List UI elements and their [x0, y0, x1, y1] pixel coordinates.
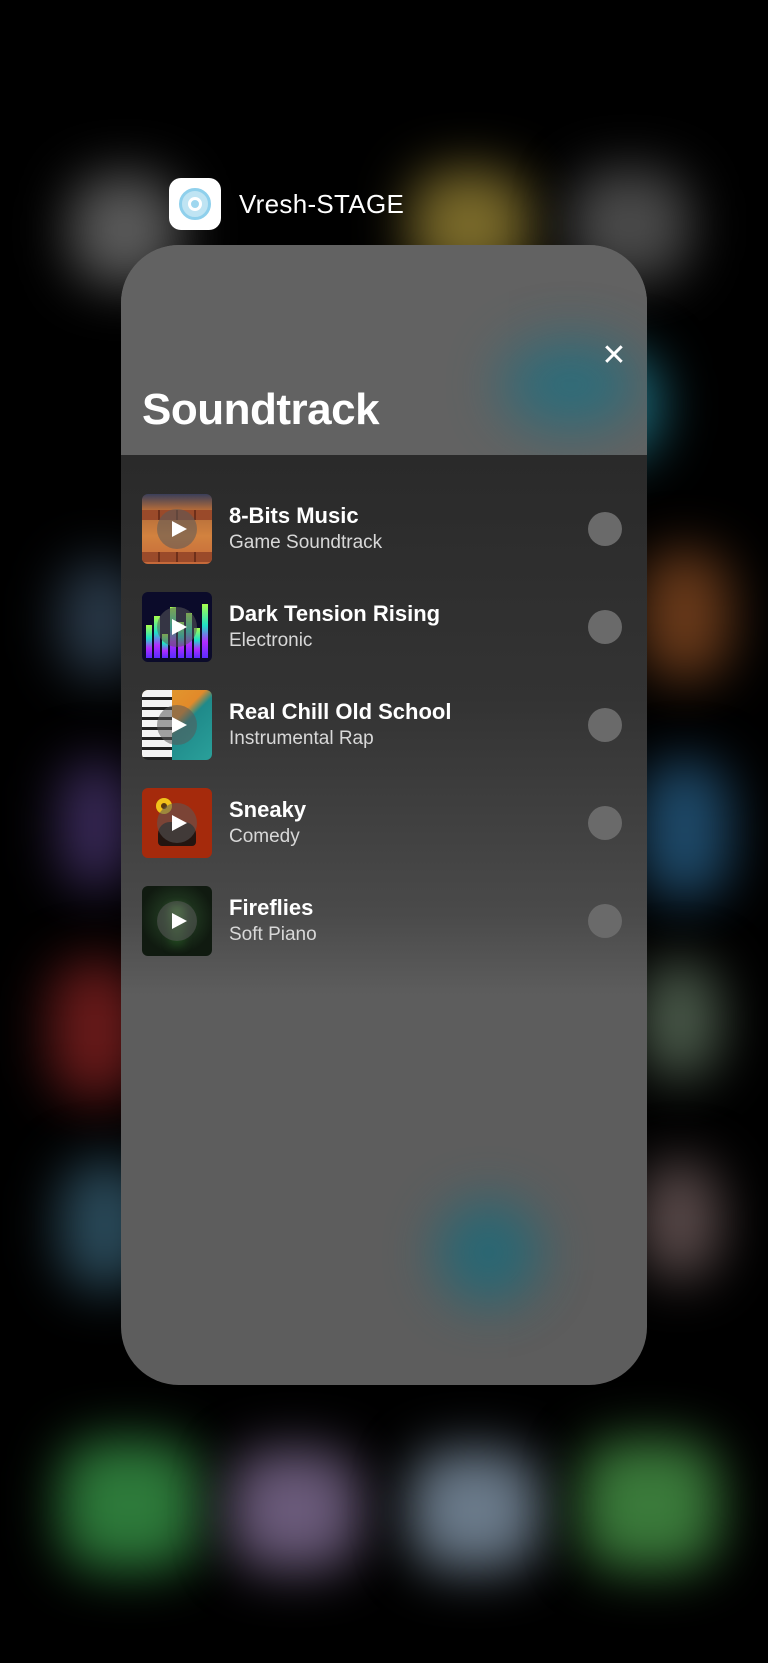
background-blur	[640, 960, 720, 1080]
select-radio[interactable]	[588, 610, 622, 644]
track-genre: Comedy	[229, 826, 300, 847]
select-radio[interactable]	[588, 708, 622, 742]
track-row-dark-tension-rising[interactable]: Dark Tension Rising Electronic	[142, 592, 622, 662]
track-title: Fireflies	[229, 895, 314, 920]
select-radio[interactable]	[588, 512, 622, 546]
select-radio[interactable]	[588, 904, 622, 938]
play-icon[interactable]	[157, 509, 197, 549]
close-icon[interactable]: ✕	[599, 341, 629, 371]
play-icon[interactable]	[157, 803, 197, 843]
pixel-game-scene-thumbnail	[142, 494, 212, 564]
track-row-sneaky[interactable]: Sneaky Comedy	[142, 788, 622, 858]
background-blur	[640, 1160, 720, 1280]
play-icon[interactable]	[157, 607, 197, 647]
dark-forest-glow-thumbnail	[142, 886, 212, 956]
track-title: Real Chill Old School	[229, 699, 452, 724]
equalizer-bars-thumbnail	[142, 592, 212, 662]
background-blur	[640, 550, 730, 680]
track-genre: Instrumental Rap	[229, 728, 374, 749]
track-title: Dark Tension Rising	[229, 601, 441, 626]
track-row-8-bits-music[interactable]: 8-Bits Music Game Soundtrack	[142, 494, 622, 564]
piano-keys-art-thumbnail	[142, 690, 212, 760]
background-blur	[230, 1450, 360, 1570]
play-icon[interactable]	[157, 901, 197, 941]
background-blur	[60, 1440, 200, 1570]
vresh-app-icon	[169, 178, 221, 230]
track-title: Sneaky	[229, 797, 307, 822]
app-switcher-header[interactable]: Vresh-STAGE	[169, 178, 404, 230]
track-genre: Soft Piano	[229, 924, 317, 945]
sheet-title: Soundtrack	[142, 385, 380, 434]
track-row-real-chill-old-school[interactable]: Real Chill Old School Instrumental Rap	[142, 690, 622, 760]
card-backdrop	[436, 1200, 541, 1305]
app-name: Vresh-STAGE	[239, 188, 405, 219]
play-icon[interactable]	[157, 705, 197, 745]
background-blur	[60, 760, 130, 890]
background-blur	[410, 1450, 540, 1570]
background-blur	[640, 760, 730, 900]
background-blur	[580, 1440, 720, 1570]
screen: Vresh-STAGE ✕ Soundtrack 8-Bits Music Ga…	[0, 0, 768, 1663]
track-genre: Electronic	[229, 630, 313, 651]
track-genre: Game Soundtrack	[229, 532, 383, 553]
select-radio[interactable]	[588, 806, 622, 840]
track-title: 8-Bits Music	[229, 503, 359, 528]
track-row-fireflies[interactable]: Fireflies Soft Piano	[142, 886, 622, 956]
soundtrack-card[interactable]: ✕ Soundtrack 8-Bits Music Game Soundtrac…	[121, 245, 647, 1385]
bowler-hat-flower-thumbnail	[142, 788, 212, 858]
